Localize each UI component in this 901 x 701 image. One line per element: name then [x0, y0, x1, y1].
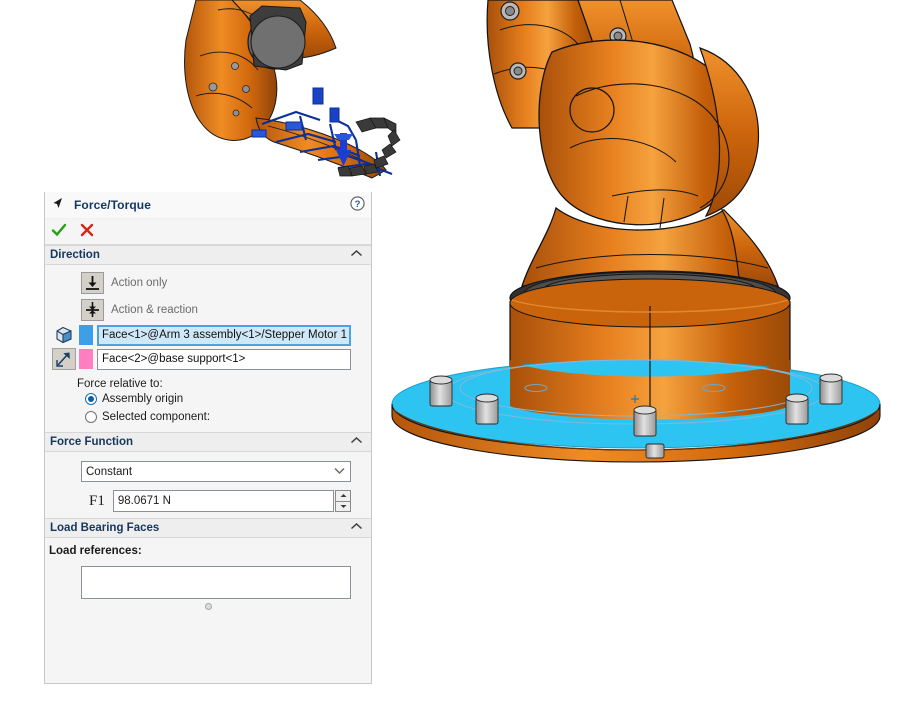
direction-option-action-reaction[interactable]: Action & reaction — [45, 296, 371, 323]
force-torque-property-manager: Force/Torque ? Direction Action only Act… — [44, 192, 372, 684]
red-x-icon[interactable] — [79, 222, 95, 241]
section-title-force-function: Force Function — [50, 436, 134, 448]
section-title-load-bearing-faces: Load Bearing Faces — [50, 522, 160, 534]
face-selection-row-2[interactable]: Face<2>@base support<1> — [45, 347, 371, 371]
load-references-listbox[interactable] — [81, 566, 351, 599]
chevron-up-icon[interactable] — [350, 249, 363, 261]
section-body-force-function: Constant F1 98.0671 N — [45, 452, 371, 518]
chevron-up-icon[interactable] — [350, 436, 363, 448]
svg-text:?: ? — [355, 199, 361, 210]
radio-assembly-origin[interactable]: Assembly origin — [45, 390, 371, 408]
action-reaction-icon — [81, 298, 104, 321]
radio-label-assembly-origin: Assembly origin — [102, 393, 184, 405]
section-body-load-bearing-faces: Load references: — [45, 538, 371, 616]
section-title-direction: Direction — [50, 249, 100, 261]
direction-option-action-only[interactable]: Action only — [45, 269, 371, 296]
section-header-load-bearing-faces[interactable]: Load Bearing Faces — [45, 518, 371, 538]
face-selection-field-2[interactable]: Face<2>@base support<1> — [97, 348, 351, 370]
force-magnitude-label: F1 — [89, 492, 105, 509]
radio-button-unselected[interactable] — [85, 411, 97, 423]
panel-action-bar — [45, 219, 371, 245]
green-check-icon[interactable] — [51, 222, 67, 241]
force-magnitude-row: F1 98.0671 N — [45, 482, 371, 512]
action-only-icon — [81, 271, 104, 294]
force-magnitude-input[interactable]: 98.0671 N — [112, 490, 334, 512]
selection-color-swatch-blue — [79, 325, 93, 345]
direction-arrow-icon[interactable] — [52, 348, 76, 370]
radio-selected-component[interactable]: Selected component: — [45, 408, 371, 426]
resize-dot-icon[interactable] — [204, 603, 212, 610]
face-selection-row-1[interactable]: Face<1>@Arm 3 assembly<1>/Stepper Motor … — [45, 323, 371, 347]
upper-robot-arm — [184, 0, 401, 179]
application-window: Force/Torque ? Direction Action only Act… — [0, 0, 901, 701]
panel-header: Force/Torque ? — [45, 192, 371, 219]
load-references-label: Load references: — [49, 545, 142, 557]
force-magnitude-stepper[interactable] — [335, 490, 351, 512]
help-icon[interactable]: ? — [350, 196, 365, 214]
force-function-dropdown[interactable]: Constant — [81, 461, 351, 482]
radio-button-selected[interactable] — [85, 393, 97, 405]
direction-option-label: Action only — [111, 276, 168, 289]
selection-color-swatch-pink — [79, 349, 93, 369]
spin-up-icon[interactable] — [335, 490, 351, 501]
radio-label-selected-component: Selected component: — [102, 411, 211, 423]
chevron-down-icon[interactable] — [333, 466, 346, 478]
chevron-up-icon[interactable] — [350, 522, 363, 534]
spin-down-icon[interactable] — [335, 500, 351, 512]
section-header-force-function[interactable]: Force Function — [45, 432, 371, 452]
force-function-dropdown-row: Constant — [45, 456, 371, 482]
section-header-direction[interactable]: Direction — [45, 245, 371, 265]
cursor-arrow-icon — [51, 197, 65, 214]
direction-option-label: Action & reaction — [111, 303, 198, 316]
robot-base-assembly — [391, 0, 881, 463]
face-cube-icon — [49, 325, 79, 345]
face-selection-field-1[interactable]: Face<1>@Arm 3 assembly<1>/Stepper Motor … — [97, 324, 351, 346]
force-function-value: Constant — [86, 465, 133, 478]
force-relative-label: Force relative to: — [77, 378, 163, 390]
section-body-direction: Action only Action & reaction Face<1>@Ar… — [45, 265, 371, 432]
panel-title: Force/Torque — [74, 198, 151, 212]
